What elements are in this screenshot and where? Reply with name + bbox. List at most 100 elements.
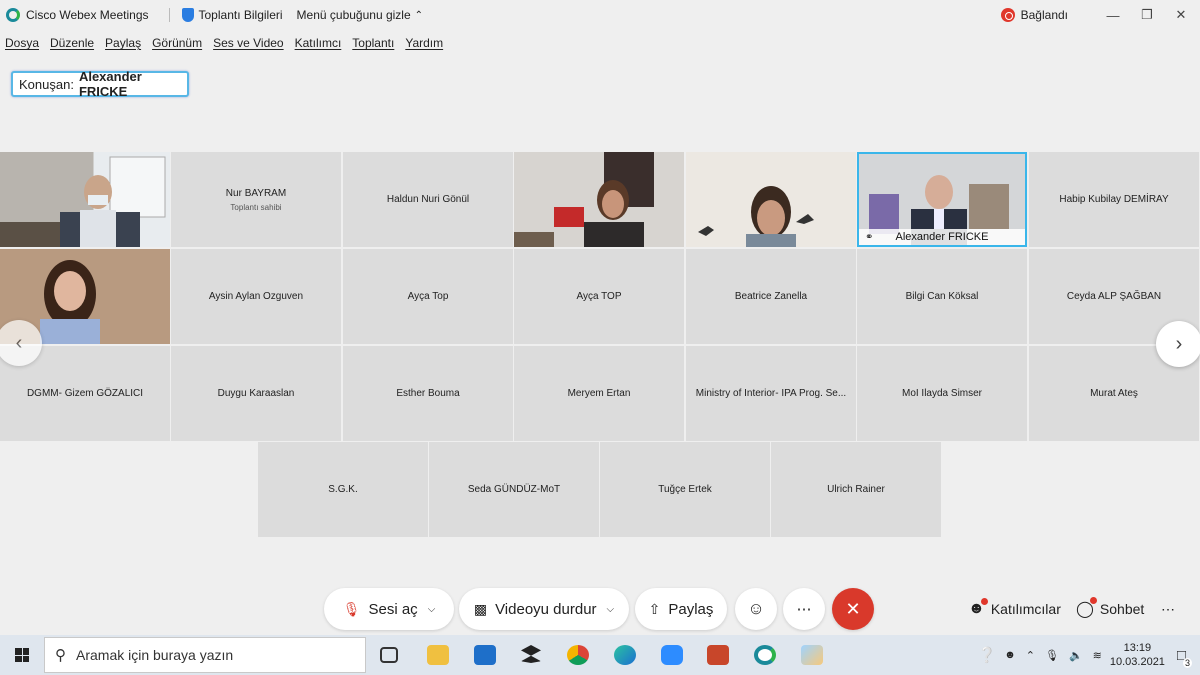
powerpoint-icon[interactable] (707, 645, 729, 665)
more-options-button[interactable]: ⋯ (783, 588, 825, 630)
participant-tile[interactable]: Tuğçe Ertek (600, 442, 770, 537)
menu-katilimci[interactable]: Katılımcı (295, 36, 342, 50)
participant-tile[interactable]: Ministry of Interior- IPA Prog. Se... (686, 346, 856, 441)
notification-dot (1089, 597, 1097, 604)
participant-name: Meryem Ertan (567, 388, 631, 399)
participant-tile[interactable]: Meryem Ertan (514, 346, 684, 441)
chevron-up-icon: ⌃ (414, 9, 424, 21)
stop-video-button[interactable]: ▩ Videoyu durdur ⌵ (459, 588, 629, 630)
participant-tile[interactable]: Habip Kubilay DEMİRAY (1029, 152, 1199, 247)
stop-video-label: Videoyu durdur (495, 600, 597, 618)
participant-tile[interactable]: Beatrice Zanella (686, 249, 856, 344)
restore-icon[interactable]: ❐ (1134, 7, 1160, 23)
chat-label: Sohbet (1099, 601, 1145, 617)
participant-name: Ayça Top (407, 291, 449, 302)
chat-button[interactable]: ◯ Sohbet (1076, 588, 1144, 630)
active-speaker-tile[interactable]: ⚭ Alexander FRICKE (857, 152, 1027, 247)
wifi-icon[interactable]: ≋ (1093, 649, 1102, 662)
participant-tile[interactable]: Ayça TOP (514, 249, 684, 344)
video-name-label: ⚭ Alexander FRICKE (859, 229, 1025, 245)
mail-icon[interactable] (474, 645, 496, 665)
participant-name: S.G.K. (328, 484, 358, 495)
participants-label: Katılımcılar (990, 601, 1061, 617)
participant-name: Tuğçe Ertek (658, 484, 712, 495)
participant-video-tile[interactable] (514, 152, 684, 247)
participant-tile[interactable]: S.G.K. (258, 442, 428, 537)
participant-name: Ceyda ALP ŞAĞBAN (1066, 291, 1162, 302)
volume-icon[interactable]: 🔈 (1069, 649, 1083, 662)
participants-button[interactable]: ☻ Katılımcılar (968, 588, 1061, 630)
meeting-controls: 🎙 Sesi aç ⌵ ▩ Videoyu durdur ⌵ ⇧ Paylaş … (0, 588, 1200, 632)
record-icon (1000, 8, 1015, 22)
chat-bubble-icon: ◯ (1076, 597, 1097, 619)
participant-tile[interactable]: Haldun Nuri Gönül (343, 152, 513, 247)
unmute-button[interactable]: 🎙 Sesi aç ⌵ (324, 588, 454, 630)
participant-tile[interactable]: Seda GÜNDÜZ-MoT (429, 442, 599, 537)
participant-tile[interactable]: Ulrich Rainer (771, 442, 941, 537)
menu-ses-video[interactable]: Ses ve Video (213, 36, 284, 50)
file-explorer-icon[interactable] (427, 645, 449, 665)
participant-video-tile[interactable] (0, 152, 170, 247)
smiley-icon: ☺ (747, 599, 765, 618)
video-camera-icon: ▩ (473, 600, 488, 617)
edge-icon[interactable] (614, 645, 636, 665)
speaker-name: Alexander FRICKE (78, 69, 142, 99)
next-page-button[interactable]: › (1156, 321, 1200, 367)
clock[interactable]: 13:19 10.03.2021 (1110, 641, 1165, 669)
participant-tile[interactable]: Duygu Karaaslan (171, 346, 341, 441)
shield-icon (181, 8, 194, 22)
end-call-button[interactable]: ✕ (832, 588, 874, 630)
participant-tile[interactable]: Aysin Aylan Ozguven (171, 249, 341, 344)
menu-dosya[interactable]: Dosya (5, 36, 39, 50)
menu-paylas[interactable]: Paylaş (105, 36, 141, 50)
participant-name: Nur BAYRAM (225, 187, 287, 199)
help-icon[interactable]: ❔ (978, 646, 997, 664)
participant-video-tile[interactable] (686, 152, 856, 247)
task-view-icon[interactable] (380, 647, 398, 663)
close-icon[interactable]: ✕ (1168, 7, 1194, 23)
clock-time: 13:19 (1123, 642, 1152, 654)
connection-status[interactable]: Bağlandı (1000, 8, 1068, 22)
menu-gorunum[interactable]: Görünüm (152, 36, 202, 50)
menu-bar: Dosya Düzenle Paylaş Görünüm Ses ve Vide… (0, 32, 454, 54)
participant-video (0, 156, 166, 247)
panel-more-button[interactable]: ⋯ (1161, 588, 1175, 630)
participant-tile[interactable]: Bilgi Can Köksal (857, 249, 1027, 344)
user-icon[interactable]: ☻ (1004, 649, 1016, 661)
participant-tile[interactable]: Esther Bouma (343, 346, 513, 441)
minimize-icon[interactable]: — (1100, 8, 1126, 23)
participant-tile[interactable]: Nur BAYRAM Toplantı sahibi (171, 152, 341, 247)
menu-toplanti[interactable]: Toplantı (352, 36, 394, 50)
taskbar-search-box[interactable]: ⚲ Aramak için buraya yazın (44, 637, 366, 673)
participant-tile[interactable]: MoI Ilayda Simser (857, 346, 1027, 441)
windows-logo-icon (15, 648, 29, 662)
menu-yardim[interactable]: Yardım (405, 36, 443, 50)
notification-count: 3 (1182, 657, 1192, 668)
participant-tile[interactable]: Ayça Top (343, 249, 513, 344)
person-icon: ☻ (968, 598, 988, 618)
zoom-icon[interactable] (661, 645, 683, 665)
hide-menu-button[interactable]: Menü çubuğunu gizle ⌃ (297, 8, 423, 22)
notification-center-icon[interactable]: □ 3 (1177, 647, 1192, 668)
meeting-info-button[interactable]: Toplantı Bilgileri (181, 8, 283, 22)
microphone-icon[interactable]: 🎙 (1045, 649, 1059, 662)
start-button[interactable] (0, 635, 44, 675)
status-label: Bağlandı (1020, 8, 1068, 22)
share-label: Paylaş (668, 600, 714, 618)
meeting-info-label: Toplantı Bilgileri (198, 8, 283, 22)
reactions-button[interactable]: ☺ (735, 588, 777, 630)
participant-name: Esther Bouma (396, 388, 460, 399)
app-name: Cisco Webex Meetings (26, 8, 149, 22)
webex-taskbar-icon[interactable] (754, 645, 776, 665)
paint-icon[interactable] (801, 645, 823, 665)
chrome-icon[interactable] (567, 645, 589, 665)
participant-video (514, 152, 654, 247)
chevron-up-icon[interactable]: ⌃ (1026, 649, 1035, 662)
chevron-down-icon: ⌵ (427, 603, 436, 615)
unmute-label: Sesi aç (368, 600, 418, 618)
share-icon: ⇧ (648, 600, 661, 617)
share-button[interactable]: ⇧ Paylaş (635, 588, 727, 630)
search-placeholder: Aramak için buraya yazın (76, 647, 234, 663)
participant-name: Beatrice Zanella (734, 291, 808, 302)
menu-duzenle[interactable]: Düzenle (50, 36, 94, 50)
